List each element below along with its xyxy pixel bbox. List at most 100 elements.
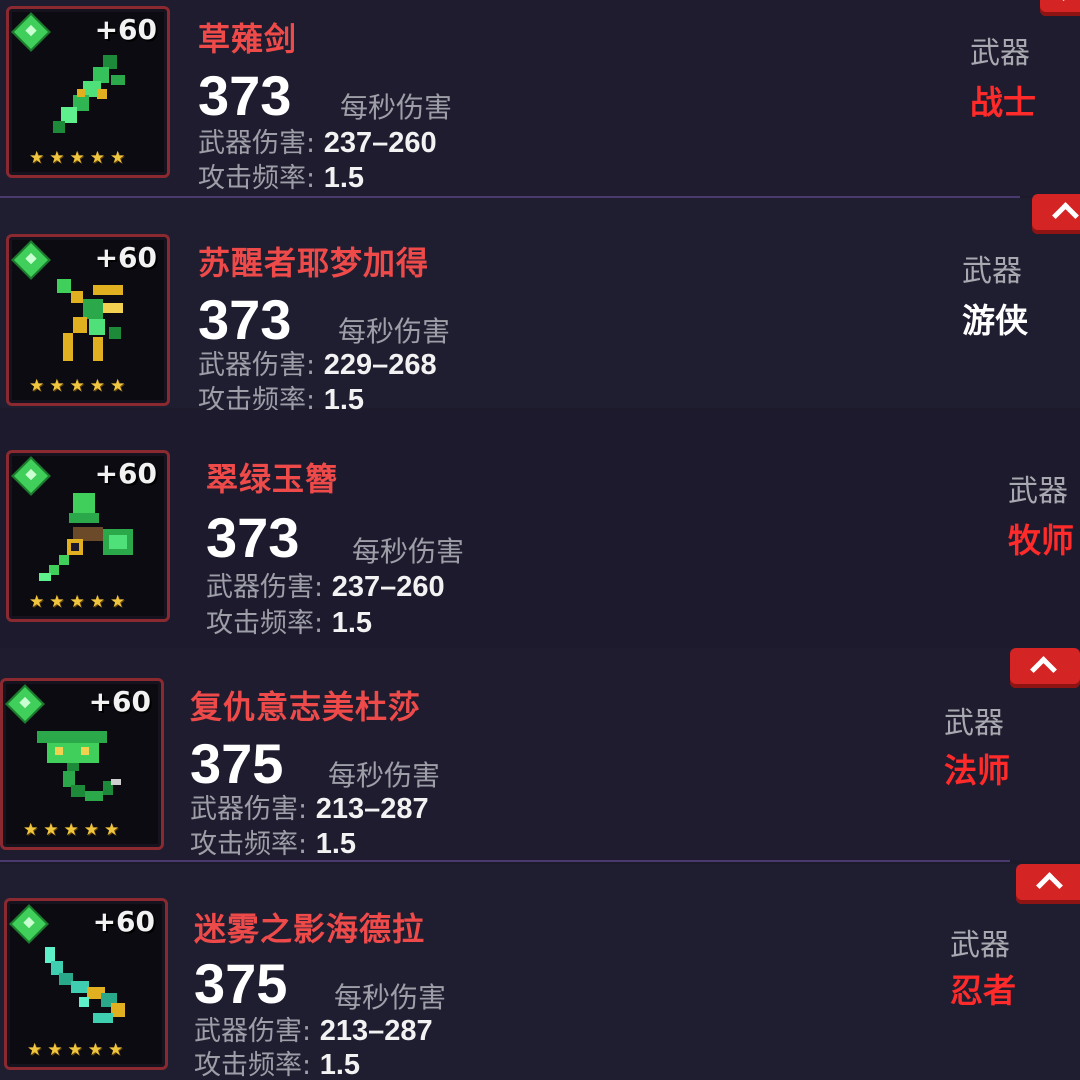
- emerald-sword-icon: [53, 55, 125, 133]
- damage-stat: 武器伤害: 237–260: [198, 128, 437, 159]
- star-icon: ★: [49, 592, 65, 612]
- weapon-row-4[interactable]: +60 ★ ★ ★ ★ ★ 复仇意志美杜莎 375 每秒伤害 武器伤害: 213…: [0, 648, 1080, 860]
- rate-value: 1.5: [315, 828, 357, 860]
- chevron-up-icon: [1052, 202, 1079, 229]
- star-icon: ★: [49, 148, 65, 168]
- star-icon: ★: [29, 148, 45, 168]
- hydra-blade-icon: [45, 947, 125, 1023]
- category-label: 武器: [970, 36, 1030, 71]
- star-rating: ★ ★ ★ ★ ★: [29, 594, 125, 611]
- collapse-button[interactable]: [1010, 648, 1080, 688]
- damage-value: 237–260: [323, 127, 437, 159]
- star-icon: ★: [23, 820, 39, 840]
- class-label: 战士: [970, 83, 1036, 122]
- rate-label: 攻击频率:: [190, 829, 308, 860]
- star-icon: ★: [89, 148, 105, 168]
- dps-label: 每秒伤害: [328, 759, 441, 792]
- star-icon: ★: [89, 592, 105, 612]
- weapon-icon-frame[interactable]: +60 ★ ★ ★ ★ ★: [4, 898, 168, 1070]
- star-icon: ★: [83, 820, 99, 840]
- star-icon: ★: [89, 376, 105, 396]
- damage-label: 武器伤害:: [198, 350, 316, 381]
- weapon-name: 复仇意志美杜莎: [190, 688, 422, 726]
- star-icon: ★: [87, 1040, 103, 1060]
- class-label: 游侠: [962, 301, 1028, 340]
- collapse-button[interactable]: [1040, 0, 1080, 16]
- rate-value: 1.5: [323, 162, 365, 194]
- chevron-up-icon: [1036, 872, 1063, 899]
- damage-label: 武器伤害:: [198, 128, 316, 159]
- weapon-icon-frame[interactable]: +60 ★ ★ ★ ★ ★: [6, 6, 170, 178]
- category-label: 武器: [962, 254, 1022, 289]
- category-label: 武器: [950, 928, 1010, 963]
- weapon-row-2[interactable]: +60 ★ ★ ★ ★ ★ 苏醒者耶梦加得 373 每秒伤害 武器伤害: 229…: [0, 194, 1080, 416]
- dps-value: 373: [206, 506, 300, 569]
- star-icon: ★: [69, 148, 85, 168]
- damage-stat: 武器伤害: 213–287: [190, 794, 429, 825]
- chevron-up-icon: [1060, 0, 1080, 11]
- weapon-name: 草薙剑: [198, 20, 298, 58]
- rate-value: 1.5: [331, 607, 373, 639]
- weapon-name: 翠绿玉簪: [206, 460, 339, 498]
- collapse-button[interactable]: [1016, 864, 1080, 904]
- star-icon: ★: [29, 376, 45, 396]
- category-label: 武器: [1008, 474, 1068, 509]
- star-icon: ★: [67, 1040, 83, 1060]
- star-rating: ★ ★ ★ ★ ★: [29, 378, 125, 395]
- dps-value: 373: [198, 288, 292, 351]
- star-icon: ★: [27, 1040, 43, 1060]
- dps-value: 375: [190, 732, 284, 795]
- rate-stat: 攻击频率: 1.5: [194, 1050, 360, 1080]
- dps-label: 每秒伤害: [352, 535, 465, 568]
- rate-stat: 攻击频率: 1.5: [206, 608, 372, 639]
- weapon-icon-frame[interactable]: +60 ★ ★ ★ ★ ★: [0, 678, 164, 850]
- rate-stat: 攻击频率: 1.5: [198, 163, 364, 194]
- weapon-row-3[interactable]: +60 ★ ★ ★ ★ ★ 翠绿玉簪 373 每秒伤害 武器伤害: 237–26…: [0, 410, 1080, 648]
- damage-label: 武器伤害:: [194, 1016, 312, 1047]
- rate-stat: 攻击频率: 1.5: [190, 829, 356, 860]
- star-icon: ★: [110, 148, 126, 168]
- weapon-row-5[interactable]: +60 ★ ★ ★ ★ ★ 迷雾之影海德拉 375 每秒伤害 武器伤害: 213…: [0, 864, 1080, 1080]
- damage-label: 武器伤害:: [190, 794, 308, 825]
- damage-value: 237–260: [331, 571, 445, 603]
- plus-level: +60: [92, 905, 155, 938]
- star-icon: ★: [104, 820, 120, 840]
- plus-level: +60: [88, 685, 151, 718]
- dps-value: 375: [194, 952, 288, 1015]
- rate-label: 攻击频率:: [194, 1050, 312, 1080]
- star-rating: ★ ★ ★ ★ ★: [27, 1042, 123, 1059]
- dps-label: 每秒伤害: [338, 315, 451, 348]
- damage-label: 武器伤害:: [206, 572, 324, 603]
- star-icon: ★: [43, 820, 59, 840]
- jade-hammer-staff-icon: [39, 493, 133, 581]
- star-icon: ★: [69, 592, 85, 612]
- damage-value: 213–287: [319, 1015, 433, 1047]
- damage-stat: 武器伤害: 229–268: [198, 350, 437, 381]
- weapon-row-1[interactable]: +60 ★ ★ ★ ★ ★ 草薙剑 373 每秒伤害 武器伤害: 237–260…: [0, 0, 1080, 196]
- dps-label: 每秒伤害: [340, 91, 453, 124]
- star-rating: ★ ★ ★ ★ ★: [29, 150, 125, 167]
- collapse-button[interactable]: [1032, 194, 1080, 234]
- medusa-serpent-icon: [37, 731, 121, 801]
- plus-level: +60: [94, 457, 157, 490]
- category-label: 武器: [944, 706, 1004, 741]
- weapon-icon-frame[interactable]: +60 ★ ★ ★ ★ ★: [6, 450, 170, 622]
- weapon-icon-frame[interactable]: +60 ★ ★ ★ ★ ★: [6, 234, 170, 406]
- plus-level: +60: [94, 241, 157, 274]
- weapon-list-screen: +60 ★ ★ ★ ★ ★ 草薙剑 373 每秒伤害 武器伤害: 237–260…: [0, 0, 1080, 1080]
- rate-label: 攻击频率:: [198, 163, 316, 194]
- damage-value: 213–287: [315, 793, 429, 825]
- star-icon: ★: [29, 592, 45, 612]
- dps-value: 373: [198, 64, 292, 127]
- star-rating: ★ ★ ★ ★ ★: [23, 822, 119, 839]
- weapon-name: 迷雾之影海德拉: [194, 910, 426, 948]
- damage-stat: 武器伤害: 213–287: [194, 1016, 433, 1047]
- class-label: 忍者: [950, 971, 1016, 1010]
- star-icon: ★: [108, 1040, 124, 1060]
- plus-level: +60: [94, 13, 157, 46]
- star-icon: ★: [110, 376, 126, 396]
- star-icon: ★: [47, 1040, 63, 1060]
- chevron-up-icon: [1030, 656, 1057, 683]
- rate-value: 1.5: [319, 1049, 361, 1080]
- star-icon: ★: [69, 376, 85, 396]
